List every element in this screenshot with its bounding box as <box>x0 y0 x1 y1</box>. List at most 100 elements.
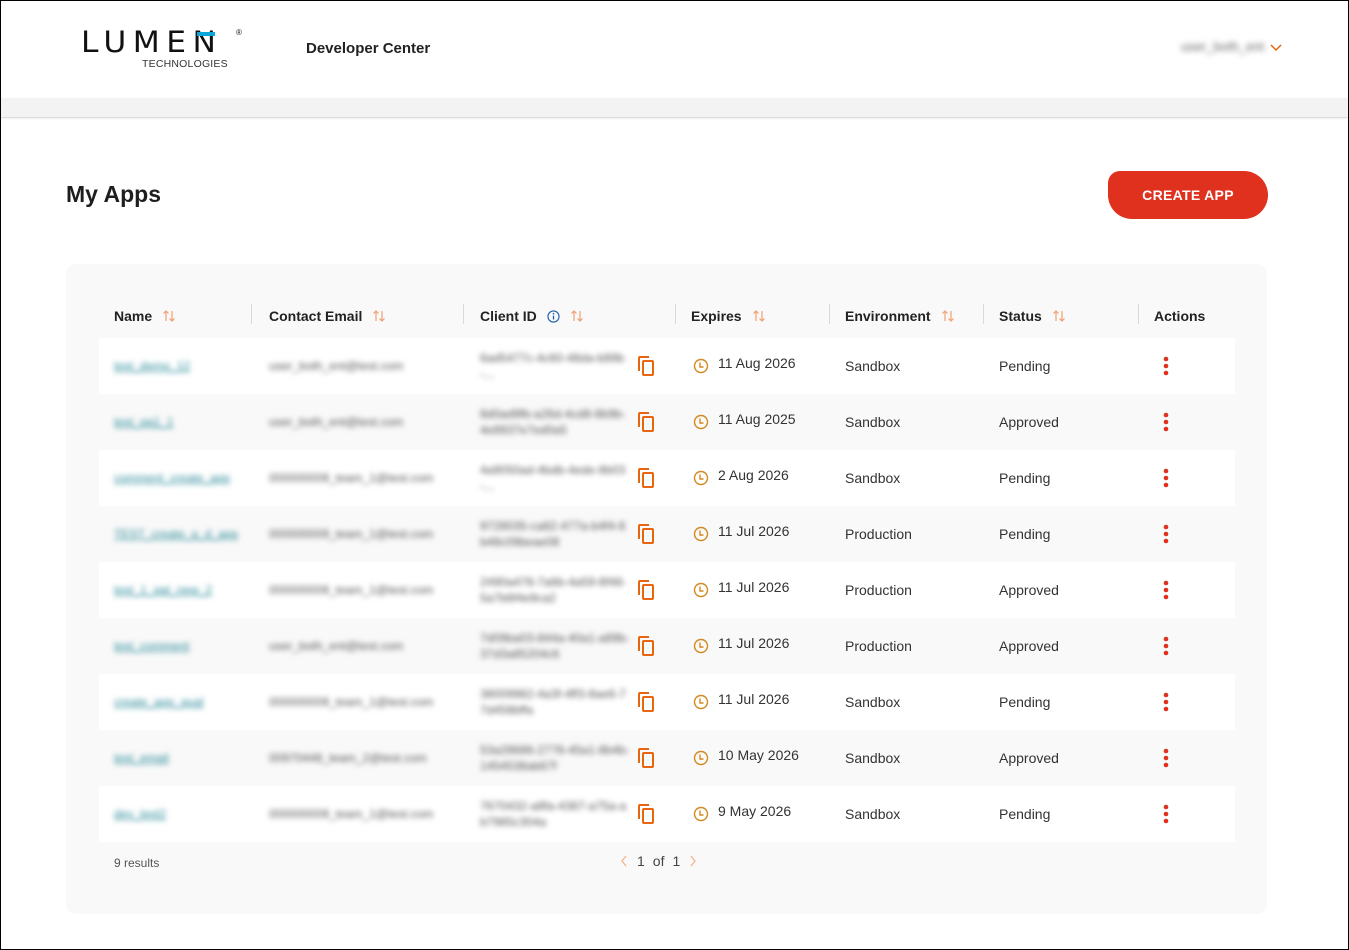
kebab-menu-icon[interactable] <box>1163 636 1169 656</box>
clock-icon <box>693 694 709 710</box>
page-of: of <box>652 853 665 869</box>
column-header-environment[interactable]: Environment <box>845 302 955 330</box>
table-row: test_email 00970448_team_2@test.com 53a286… <box>99 730 1235 786</box>
contact-email: 00970448_team_2@test.com <box>269 751 427 765</box>
sort-arrows-icon[interactable] <box>372 309 386 323</box>
table-row: test_comment user_both_ent@test.com 7d09ba… <box>99 618 1235 674</box>
column-header-actions: Actions <box>1154 302 1205 330</box>
info-icon[interactable] <box>547 309 560 323</box>
clock-icon <box>693 638 709 654</box>
app-name-link[interactable]: test_1_qat_new_2 <box>114 582 234 598</box>
copy-icon[interactable] <box>636 803 656 825</box>
environment-value: Production <box>845 582 912 598</box>
kebab-menu-icon[interactable] <box>1163 356 1169 376</box>
clock-icon <box>693 358 709 374</box>
column-label: Status <box>999 308 1042 324</box>
logo-accent-bar <box>197 32 215 36</box>
cell-contact-email: user_both_ent@test.com <box>269 338 449 394</box>
cell-actions <box>1163 618 1169 674</box>
app-name-link[interactable]: create_app_qual <box>114 694 234 710</box>
copy-icon[interactable] <box>636 411 656 433</box>
column-divider <box>983 304 984 324</box>
cell-status: Pending <box>999 506 1050 562</box>
logo-registered-mark: ® <box>236 28 242 37</box>
cell-name: test_email <box>114 730 234 786</box>
cell-client-id: 38009982-4a3f-4ff3-8ae6-77d458bffa <box>480 674 630 730</box>
expires-date: 2 Aug 2026 <box>718 467 789 483</box>
sort-arrows-icon[interactable] <box>162 309 176 323</box>
chevron-left-icon[interactable] <box>619 854 629 868</box>
sort-arrows-icon[interactable] <box>570 309 584 323</box>
app-name-link[interactable]: comment_create_app <box>114 470 234 486</box>
cell-client-id: 2490a478-7a6b-4a59-8f48-5a7b6f4e9ca2 <box>480 562 630 618</box>
kebab-menu-icon[interactable] <box>1163 692 1169 712</box>
environment-value: Sandbox <box>845 358 901 374</box>
clock-icon <box>693 414 709 430</box>
cell-expires: 11 Jul 2026 <box>693 562 789 618</box>
app-name-link[interactable]: test_demo_12 <box>114 358 234 374</box>
copy-icon[interactable] <box>636 523 656 545</box>
column-header-name[interactable]: Name <box>114 302 176 330</box>
column-divider <box>675 304 676 324</box>
page-current: 1 <box>637 853 645 869</box>
cell-contact-email: 000000009_team_1@test.com <box>269 562 449 618</box>
site-title[interactable]: Developer Center <box>306 40 430 57</box>
chevron-right-icon[interactable] <box>688 854 698 868</box>
user-menu[interactable]: user_both_ent <box>1181 39 1282 54</box>
copy-icon[interactable] <box>636 467 656 489</box>
cell-name: create_app_qual <box>114 674 234 730</box>
logo-wordmark: LUMEN <box>81 25 223 59</box>
kebab-menu-icon[interactable] <box>1163 748 1169 768</box>
column-label: Actions <box>1154 308 1206 324</box>
kebab-menu-icon[interactable] <box>1163 580 1169 600</box>
sort-arrows-icon[interactable] <box>752 309 766 323</box>
copy-icon[interactable] <box>636 691 656 713</box>
contact-email: user_both_ent@test.com <box>269 359 404 373</box>
kebab-menu-icon[interactable] <box>1163 804 1169 824</box>
sort-arrows-icon[interactable] <box>1052 309 1066 323</box>
environment-value: Sandbox <box>845 414 901 430</box>
cell-client-id: 9728035-ca82-477a-b4f4-8b48c09beae08 <box>480 506 630 562</box>
column-header-client-id[interactable]: Client ID <box>480 302 584 330</box>
lumen-logo[interactable]: LUMEN ® TECHNOLOGIES <box>81 25 246 73</box>
status-value: Pending <box>999 358 1051 374</box>
environment-value: Sandbox <box>845 470 901 486</box>
app-name-link[interactable]: dev_test2 <box>114 806 234 822</box>
table-row: test_qa1_1 user_both_ent@test.com 8d0ad9fb… <box>99 394 1235 450</box>
cell-actions <box>1163 506 1169 562</box>
cell-actions <box>1163 562 1169 618</box>
copy-icon[interactable] <box>636 747 656 769</box>
client-id-value: 2490a478-7a6b-4a59-8f48-5a7b6f4e9ca2 <box>480 575 627 605</box>
column-header-status[interactable]: Status <box>999 302 1066 330</box>
column-divider <box>251 304 252 324</box>
expires-date: 11 Aug 2025 <box>718 411 796 427</box>
cell-copy <box>636 674 656 730</box>
app-name-link[interactable]: test_email <box>114 750 234 766</box>
kebab-menu-icon[interactable] <box>1163 468 1169 488</box>
copy-icon[interactable] <box>636 355 656 377</box>
cell-status: Pending <box>999 338 1050 394</box>
results-count: 9 results <box>114 856 160 870</box>
app-name-link[interactable]: test_comment <box>114 638 234 654</box>
chevron-down-icon <box>1270 43 1282 51</box>
cell-environment: Sandbox <box>845 450 900 506</box>
expires-date: 11 Aug 2026 <box>718 355 796 371</box>
cell-status: Pending <box>999 450 1050 506</box>
cell-contact-email: 000000009_team_1@test.com <box>269 786 449 842</box>
create-app-button[interactable]: CREATE APP <box>1108 171 1268 219</box>
column-header-contact-email[interactable]: Contact Email <box>269 302 386 330</box>
cell-copy <box>636 450 656 506</box>
contact-email: 000000009_team_1@test.com <box>269 527 434 541</box>
sort-arrows-icon[interactable] <box>941 309 955 323</box>
app-name-link[interactable]: TEST_create_a_d_app <box>114 526 238 542</box>
cell-contact-email: 00970448_team_2@test.com <box>269 730 449 786</box>
cell-environment: Sandbox <box>845 674 900 730</box>
table-header: Name Contact Email Client ID Expires Env… <box>99 302 1235 330</box>
app-name-link[interactable]: test_qa1_1 <box>114 414 234 430</box>
cell-actions <box>1163 394 1169 450</box>
copy-icon[interactable] <box>636 635 656 657</box>
column-header-expires[interactable]: Expires <box>691 302 766 330</box>
kebab-menu-icon[interactable] <box>1163 524 1169 544</box>
kebab-menu-icon[interactable] <box>1163 412 1169 432</box>
copy-icon[interactable] <box>636 579 656 601</box>
